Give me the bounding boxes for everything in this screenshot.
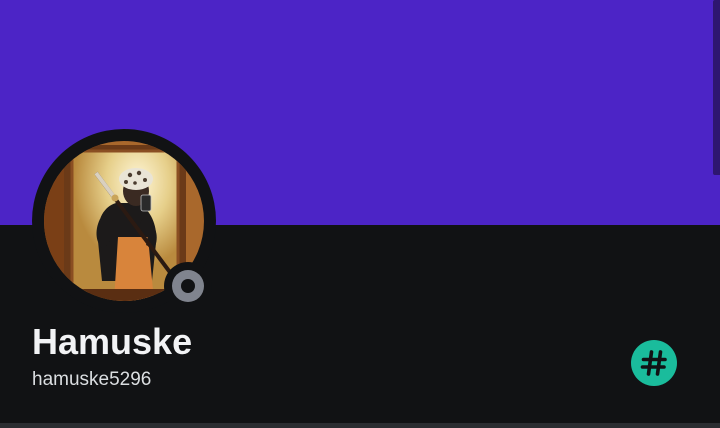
username[interactable]: hamuske5296: [32, 368, 151, 392]
hashtag-icon: [640, 350, 667, 376]
panel-divider: [0, 423, 720, 428]
hashtag-badge[interactable]: [631, 340, 677, 386]
display-name: Hamuske: [32, 321, 193, 362]
scrollbar[interactable]: [713, 0, 720, 175]
user-profile-card: Hamuske hamuske5296: [0, 0, 720, 428]
status-indicator-center: [181, 279, 195, 293]
status-offline-icon: [172, 270, 204, 302]
